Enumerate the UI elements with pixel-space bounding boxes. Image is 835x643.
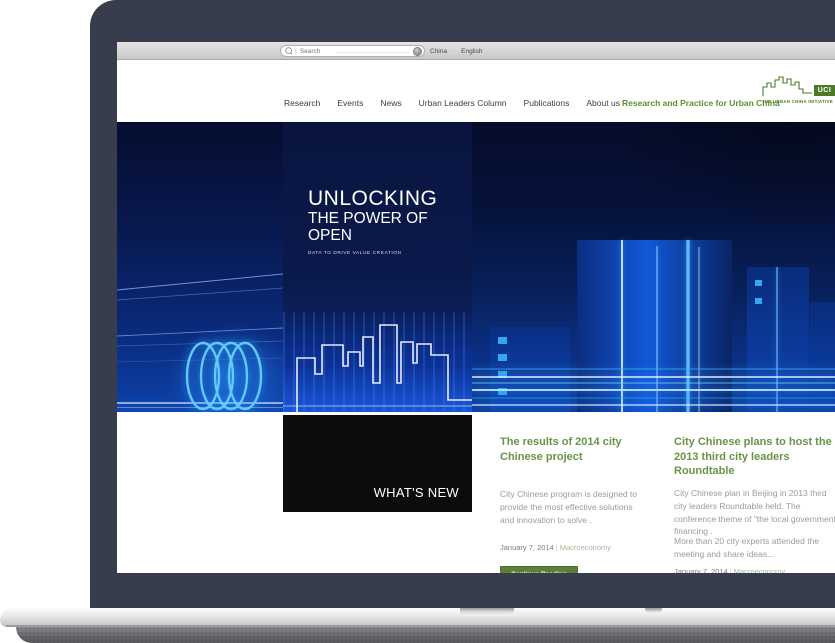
lang-separator: · (453, 48, 455, 55)
hinge-notch (460, 608, 514, 616)
page: | China · English Research Events News U… (0, 0, 835, 643)
article-meta: January 7, 2014|Macroeconomy (500, 543, 611, 552)
language-switcher: China · English (430, 42, 482, 60)
article-meta: January 7, 2014|Macroeconomy (674, 567, 785, 573)
hero-title-line2: THE POWER OF OPEN (308, 210, 472, 244)
lang-link-china[interactable]: China (430, 48, 447, 55)
browser-toolbar: | China · English (117, 42, 835, 60)
hero-subtitle: DATA TO DRIVE VALUE CREATION (308, 251, 472, 256)
article-body-2: More than 20 city experts attended the m… (674, 535, 835, 561)
lang-link-english[interactable]: English (461, 48, 482, 55)
search-dotted-line (336, 52, 409, 53)
neon-coil-art-icon (117, 122, 283, 412)
nav-item-research[interactable]: Research (284, 98, 320, 108)
search-input[interactable] (300, 48, 336, 55)
hero-title-line1: UNLOCKING (308, 188, 472, 210)
continue-reading-button[interactable]: Continue Reading (500, 566, 578, 573)
nav-item-news[interactable]: News (380, 98, 401, 108)
meta-separator: | (556, 543, 558, 552)
article-date: January 7, 2014 (500, 543, 554, 552)
search-icon (285, 47, 293, 55)
article-category[interactable]: Macroeconomy (560, 543, 611, 552)
skyline-icon (762, 75, 816, 97)
article-body: City Chinese plan in Beijing in 2013 thi… (674, 487, 835, 538)
hero-center-panel: UNLOCKING THE POWER OF OPEN DATA TO DRIV… (283, 122, 472, 412)
city-skyline-outline-icon (283, 122, 472, 412)
main-nav: Research Events News Urban Leaders Colum… (284, 98, 620, 108)
search-box[interactable]: | (280, 45, 425, 57)
whats-new-panel: WHAT'S NEW (283, 415, 472, 512)
uci-monogram: UCI (814, 85, 835, 96)
brand-tagline: Research and Practice for Urban China (622, 98, 780, 108)
meta-separator: | (730, 567, 732, 573)
article-date: January 7, 2014 (674, 567, 728, 573)
nav-item-about-us[interactable]: About us (586, 98, 620, 108)
article-title-link[interactable]: City Chinese plans to host the 2013 thir… (674, 435, 835, 479)
nav-item-publications[interactable]: Publications (524, 98, 570, 108)
logo-wordmark: THE URBAN CHINA INITIATIVE (762, 99, 833, 104)
hero-right-art (472, 122, 835, 412)
laptop-base-underside (16, 627, 835, 643)
site-logo[interactable]: UCI THE URBAN CHINA INITIATIVE (762, 75, 835, 106)
article-title-link[interactable]: The results of 2014 city Chinese project (500, 435, 660, 464)
laptop-screen: | China · English Research Events News U… (117, 42, 835, 573)
hero-banner: UNLOCKING THE POWER OF OPEN DATA TO DRIV… (117, 122, 835, 412)
search-divider: | (295, 48, 297, 55)
search-submit-button[interactable] (413, 47, 422, 56)
article-category[interactable]: Macroeconomy (734, 567, 785, 573)
hero-left-art (117, 122, 283, 412)
nav-item-urban-leaders-column[interactable]: Urban Leaders Column (419, 98, 507, 108)
whats-new-label: WHAT'S NEW (374, 485, 459, 500)
nav-item-events[interactable]: Events (337, 98, 363, 108)
hero-text-block: UNLOCKING THE POWER OF OPEN DATA TO DRIV… (308, 188, 472, 256)
neon-buildings-art-icon (472, 122, 835, 412)
article-body: City Chinese program is designed to prov… (500, 488, 660, 526)
